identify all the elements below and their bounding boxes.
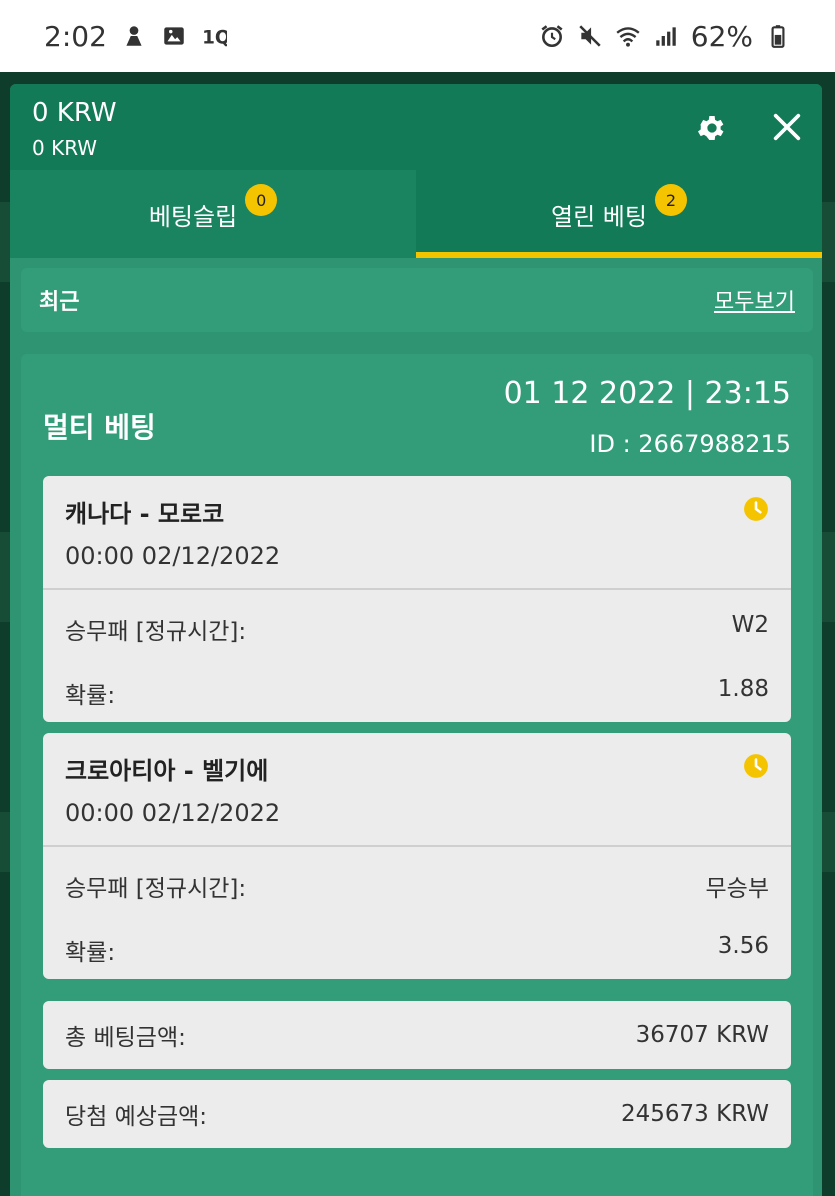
- event-card: 캐나다 - 모로코 00:00 02/12/2022 승무패 [정규시간]: W…: [43, 476, 791, 722]
- panel-header: 0 KRW 0 KRW: [10, 84, 822, 170]
- event-name: 크로아티아 - 벨기에: [65, 757, 269, 785]
- market-value: W2: [731, 612, 769, 638]
- total-stake-row: 총 베팅금액: 36707 KRW: [43, 1001, 791, 1069]
- mute-icon: [577, 23, 603, 49]
- status-bar: 2:02 1Q 62%: [0, 0, 835, 72]
- odds-row: 확률: 1.88: [65, 676, 769, 710]
- market-value: 무승부: [705, 876, 769, 902]
- event-header: 캐나다 - 모로코 00:00 02/12/2022: [43, 476, 791, 590]
- market-row: 승무패 [정규시간]: W2: [65, 612, 769, 646]
- potential-win-label: 당첨 예상금액:: [65, 1104, 208, 1130]
- potential-win-value: 245673 KRW: [621, 1101, 769, 1127]
- tab-open-bets-badge: 2: [654, 184, 687, 216]
- event-header: 크로아티아 - 벨기에 00:00 02/12/2022: [43, 733, 791, 847]
- balance-main: 0 KRW: [32, 98, 117, 128]
- total-stake-value: 36707 KRW: [635, 1022, 769, 1048]
- close-icon[interactable]: [770, 110, 804, 144]
- tab-betslip-badge: 0: [245, 184, 278, 216]
- gear-icon[interactable]: [696, 112, 728, 144]
- view-all-link[interactable]: 모두보기: [714, 284, 795, 316]
- total-stake-label: 총 베팅금액:: [65, 1025, 186, 1051]
- battery-icon: [765, 23, 791, 49]
- gallery-icon: [161, 23, 187, 49]
- bet-datetime: 01 12 2022 | 23:15: [503, 376, 791, 411]
- event-name: 캐나다 - 모로코: [65, 500, 225, 528]
- tab-betslip[interactable]: 베팅슬립 0: [10, 170, 416, 258]
- app-1q-icon: 1Q: [201, 23, 227, 49]
- bet-panel: 0 KRW 0 KRW 베팅슬립 0 열린 베팅 2 최근 모두보기 멀티 베팅…: [10, 84, 822, 1196]
- event-time: 00:00 02/12/2022: [65, 542, 281, 570]
- tab-betslip-label: 베팅슬립: [148, 202, 238, 231]
- recent-bar: 최근 모두보기: [21, 268, 813, 332]
- battery-percent: 62%: [690, 19, 753, 53]
- tab-open-bets[interactable]: 열린 베팅 2: [416, 170, 822, 258]
- clock-icon: [744, 754, 768, 778]
- svg-text:1Q: 1Q: [202, 28, 227, 49]
- market-label: 승무패 [정규시간]:: [65, 876, 247, 902]
- wifi-icon: [615, 23, 641, 49]
- bet-id: ID : 2667988215: [589, 430, 791, 458]
- status-time: 2:02: [44, 19, 107, 53]
- bet-card: 멀티 베팅 01 12 2022 | 23:15 ID : 2667988215…: [21, 354, 813, 1196]
- odds-value: 3.56: [717, 933, 769, 959]
- bet-type: 멀티 베팅: [43, 411, 156, 444]
- event-time: 00:00 02/12/2022: [65, 799, 281, 827]
- tab-open-bets-label: 열린 베팅: [551, 202, 647, 231]
- clock-icon: [744, 497, 768, 521]
- market-label: 승무패 [정규시간]:: [65, 619, 247, 645]
- odds-row: 확률: 3.56: [65, 933, 769, 967]
- signal-icon: [653, 23, 679, 49]
- balance-sub: 0 KRW: [32, 136, 98, 160]
- alarm-icon: [539, 23, 565, 49]
- market-row: 승무패 [정규시간]: 무승부: [65, 869, 769, 903]
- odds-value: 1.88: [717, 676, 769, 702]
- sport-app-icon: [121, 23, 147, 49]
- odds-label: 확률:: [65, 940, 116, 966]
- potential-win-row: 당첨 예상금액: 245673 KRW: [43, 1080, 791, 1148]
- event-card: 크로아티아 - 벨기에 00:00 02/12/2022 승무패 [정규시간]:…: [43, 733, 791, 979]
- odds-label: 확률:: [65, 683, 116, 709]
- tab-bar: 베팅슬립 0 열린 베팅 2: [10, 170, 822, 258]
- recent-title: 최근: [39, 290, 80, 315]
